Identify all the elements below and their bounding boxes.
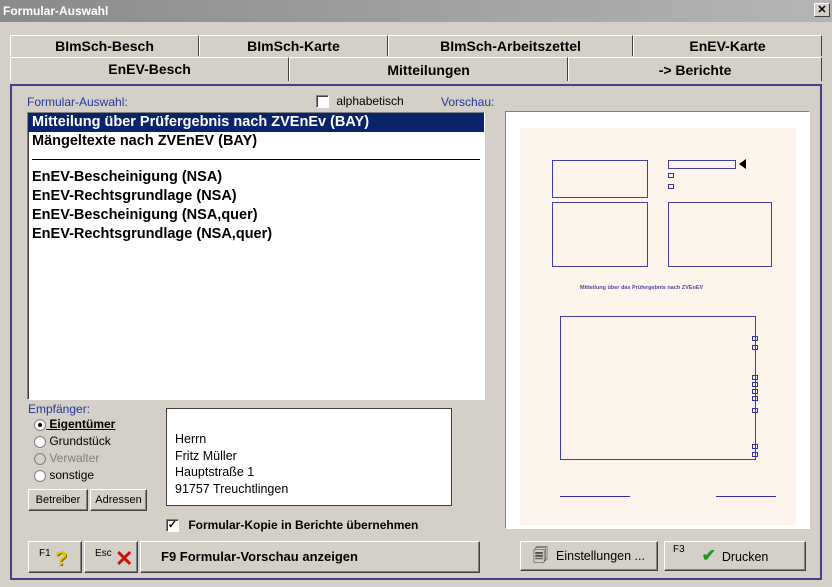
preview-checkbox — [752, 396, 758, 401]
esc-key-label: Esc — [95, 548, 112, 559]
tab-bimsch-karte[interactable]: BImSch-Karte — [198, 35, 388, 56]
tab-mitteilungen[interactable]: Mitteilungen — [289, 57, 569, 81]
window-title: Formular-Auswahl — [3, 4, 109, 18]
print-label: Drucken — [721, 550, 769, 564]
alphabetical-checkbox[interactable] — [316, 95, 329, 109]
preview-checkbox — [752, 345, 758, 350]
signature-line — [716, 496, 776, 497]
copy-toggle[interactable]: ✓ Formular-Kopie in Berichte übernehmen — [166, 518, 419, 533]
radio-indicator[interactable] — [34, 469, 46, 482]
alphabetical-toggle[interactable]: alphabetisch — [316, 94, 404, 109]
radio-eigentuemer[interactable]: Eigentümer — [34, 416, 115, 433]
settings-label: Einstellungen ... — [556, 549, 645, 563]
adressen-button[interactable]: Adressen — [90, 489, 147, 511]
copy-label: Formular-Kopie in Berichte übernehmen — [188, 518, 419, 532]
preview-checkbox — [668, 173, 674, 178]
f3-key-label: F3 — [673, 544, 685, 555]
preview-checkbox — [752, 389, 758, 394]
title-bar: Formular-Auswahl — [0, 0, 832, 22]
list-separator — [32, 159, 480, 160]
preview-checkbox — [752, 452, 758, 457]
document-icon: 🗐 — [533, 547, 549, 564]
radio-sonstige[interactable]: sonstige — [34, 467, 94, 484]
tab-berichte[interactable]: -> Berichte — [568, 57, 822, 81]
preview-box — [668, 160, 736, 169]
help-icon: ? — [55, 548, 68, 570]
alphabetical-label: alphabetisch — [336, 94, 404, 108]
preview-checkbox — [752, 444, 758, 449]
address-line: Herrn — [175, 432, 207, 446]
f1-key-label: F1 — [39, 548, 51, 559]
help-button[interactable]: F1 ? — [28, 541, 82, 573]
address-box: Herrn Fritz Müller Hauptstraße 1 91757 T… — [166, 408, 452, 506]
address-line: Hauptstraße 1 — [175, 465, 255, 479]
preview-checkbox — [752, 375, 758, 380]
preview-box — [560, 316, 756, 460]
tab-row-bottom: EnEV-Besch Mitteilungen -> Berichte — [10, 57, 822, 81]
copy-checkbox[interactable]: ✓ — [166, 519, 179, 533]
list-item[interactable]: EnEV-Bescheinigung (NSA,quer) — [28, 206, 484, 225]
arrow-marker-icon — [739, 159, 746, 169]
preview-checkbox — [752, 382, 758, 387]
radio-indicator[interactable] — [34, 435, 46, 448]
preview-checkbox — [752, 336, 758, 341]
list-item[interactable]: Mitteilung über Prüfergebnis nach ZVEnEv… — [28, 113, 484, 132]
address-line: 91757 Treuchtlingen — [175, 481, 289, 496]
preview-page: Mitteilung über das Prüfergebnis nach ZV… — [520, 128, 796, 525]
show-preview-button[interactable]: F9 Formular-Vorschau anzeigen — [140, 541, 480, 573]
tab-bimsch-besch[interactable]: BImSch-Besch — [10, 35, 199, 56]
list-item[interactable]: EnEV-Rechtsgrundlage (NSA,quer) — [28, 225, 484, 244]
preview-box — [668, 202, 772, 267]
radio-verwalter: Verwalter — [34, 450, 99, 467]
print-button[interactable]: F3 ✔ Drucken — [664, 541, 806, 571]
radio-indicator — [34, 452, 46, 465]
preview-box — [552, 202, 648, 267]
form-select-label: Formular-Auswahl: — [27, 95, 128, 109]
list-item[interactable]: EnEV-Rechtsgrundlage (NSA) — [28, 187, 484, 206]
signature-line — [560, 496, 630, 497]
radio-grundstueck[interactable]: Grundstück — [34, 433, 111, 450]
preview-box — [552, 160, 648, 198]
preview-label: Vorschau: — [441, 95, 495, 109]
checkmark-icon: ✔ — [701, 546, 716, 565]
preview-heading: Mitteilung über das Prüfergebnis nach ZV… — [580, 285, 704, 291]
tab-enev-besch[interactable]: EnEV-Besch — [10, 57, 290, 81]
close-icon: ✕ — [115, 546, 134, 571]
recipient-label: Empfänger: — [28, 402, 91, 416]
list-item[interactable]: EnEV-Bescheinigung (NSA) — [28, 168, 484, 187]
tab-enev-karte[interactable]: EnEV-Karte — [633, 35, 823, 56]
tab-bimsch-arbeitszettel[interactable]: BImSch-Arbeitszettel — [387, 35, 634, 56]
address-line: Fritz Müller — [175, 448, 237, 463]
radio-indicator[interactable] — [34, 418, 46, 431]
tab-row-top: BImSch-Besch BImSch-Karte BImSch-Arbeits… — [10, 35, 823, 56]
list-item[interactable]: Mängeltexte nach ZVEnEV (BAY) — [28, 132, 484, 151]
settings-button[interactable]: 🗐 Einstellungen ... — [520, 541, 658, 571]
betreiber-button[interactable]: Betreiber — [28, 489, 88, 511]
close-button[interactable]: ✕ — [814, 3, 830, 17]
form-listbox[interactable]: Mitteilung über Prüfergebnis nach ZVEnEv… — [27, 112, 485, 400]
preview-checkbox — [668, 184, 674, 189]
cancel-button[interactable]: Esc ✕ — [84, 541, 138, 573]
preview-checkbox — [752, 408, 758, 413]
